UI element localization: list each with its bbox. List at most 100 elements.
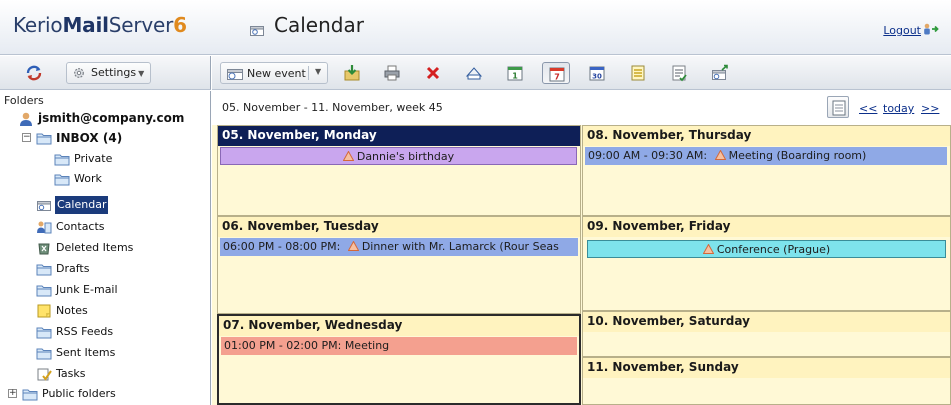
chevron-down-icon: ▼: [138, 69, 145, 78]
event-time: 06:00 PM - 08:00 PM:: [223, 240, 341, 253]
logo-kerio: Kerio: [13, 13, 63, 37]
day-cell-wednesday[interactable]: 07. November, Wednesday 01:00 PM - 02:00…: [217, 314, 581, 405]
day-cell-monday[interactable]: 05. November, Monday Dannie's birthday: [217, 125, 581, 216]
settings-button[interactable]: Settings ▼: [66, 62, 152, 84]
expand-toggle[interactable]: +: [8, 389, 17, 398]
event-meeting[interactable]: 01:00 PM - 02:00 PM: Meeting: [221, 337, 577, 355]
settings-label: Settings: [91, 66, 137, 79]
folder-label: Private: [74, 152, 113, 165]
day-cell-sunday[interactable]: 11. November, Sunday: [582, 357, 951, 405]
calendar-icon: [37, 201, 51, 211]
gear-icon: [74, 68, 84, 78]
event-time: 09:00 AM - 09:30 AM:: [588, 149, 708, 162]
go-to-icon: [465, 67, 483, 80]
day-cell-tuesday[interactable]: 06. November, Tuesday 06:00 PM - 08:00 P…: [217, 216, 581, 314]
folders-title: Folders: [4, 94, 44, 107]
folder-label: Sent Items: [56, 346, 116, 359]
folder-icon: [36, 133, 52, 145]
day-title: 08. November, Thursday: [583, 126, 950, 146]
folder-icon: [22, 389, 38, 401]
day-title: 10. November, Saturday: [583, 312, 950, 332]
day-title: 06. November, Tuesday: [218, 217, 580, 237]
day-title: 09. November, Friday: [583, 217, 950, 237]
day-cell-saturday[interactable]: 10. November, Saturday: [582, 311, 951, 357]
day-cell-thursday[interactable]: 08. November, Thursday 09:00 AM - 09:30 …: [582, 125, 951, 216]
folder-panel: Folders jsmith@company.com − INBOX (4) P…: [0, 91, 211, 405]
delete-button[interactable]: [419, 62, 447, 84]
event-conference[interactable]: Conference (Prague): [587, 240, 946, 258]
tasks-view-button[interactable]: [665, 62, 693, 84]
divider: [308, 66, 309, 80]
event-text: Meeting (Boarding room): [728, 149, 867, 162]
import-button[interactable]: [338, 62, 366, 84]
folder-label: Junk E-mail: [56, 283, 118, 296]
date-picker-button[interactable]: [827, 96, 849, 118]
event-dannies-birthday[interactable]: Dannie's birthday: [220, 147, 577, 165]
app-logo: KerioMailServer6: [13, 13, 187, 37]
event-text: Meeting: [344, 339, 390, 352]
chevron-down-icon[interactable]: ▼: [315, 67, 321, 76]
day-cell-friday[interactable]: 09. November, Friday Conference (Prague): [582, 216, 951, 311]
folder-label: Work: [74, 172, 102, 185]
event-text: Conference (Prague): [716, 243, 831, 256]
new-event-button[interactable]: New event ▼: [220, 62, 328, 84]
folder-icon: [54, 174, 70, 186]
folder-icon: [36, 264, 52, 276]
calendar-picker-icon: [832, 100, 846, 116]
logout-link[interactable]: Logout: [883, 24, 921, 37]
event-dinner[interactable]: 06:00 PM - 08:00 PM: Dinner with Mr. Lam…: [220, 238, 578, 256]
import-icon: [344, 65, 360, 81]
folder-label: Contacts: [56, 220, 105, 233]
week-view-icon: 7: [549, 67, 565, 82]
list-view-button[interactable]: [624, 62, 652, 84]
svg-text:7: 7: [554, 73, 560, 82]
logout-icon[interactable]: [923, 23, 939, 35]
day-title: 07. November, Wednesday: [219, 316, 579, 336]
month-view-button[interactable]: 30: [583, 62, 611, 84]
user-icon: [20, 112, 32, 126]
reminder-icon: [342, 151, 354, 161]
main-toolbar: New event ▼ 1 7 30: [212, 56, 951, 90]
week-range-label: 05. November - 11. November, week 45: [222, 101, 443, 114]
delete-icon: [426, 66, 440, 80]
folder-label: INBOX (4): [56, 131, 123, 145]
share-calendar-button[interactable]: [706, 62, 734, 84]
logo-version: 6: [173, 13, 187, 37]
event-meeting-boarding-room[interactable]: 09:00 AM - 09:30 AM: Meeting (Boarding r…: [585, 147, 947, 165]
refresh-icon[interactable]: [25, 64, 43, 82]
previous-week-link[interactable]: <<: [859, 102, 877, 115]
day-view-icon: 1: [507, 66, 523, 81]
folder-label: Notes: [56, 304, 88, 317]
reminder-icon: [347, 241, 359, 251]
svg-text:30: 30: [592, 73, 602, 81]
week-view-button[interactable]: 7: [542, 62, 570, 84]
folder-label: Tasks: [56, 367, 86, 380]
day-title: 05. November, Monday: [218, 126, 580, 146]
today-link[interactable]: today: [883, 102, 914, 115]
left-toolbar: Settings ▼: [0, 56, 211, 90]
folder-icon: [36, 285, 52, 297]
contacts-icon: [37, 221, 52, 234]
day-view-button[interactable]: 1: [501, 62, 529, 84]
account-label: jsmith@company.com: [38, 111, 185, 125]
next-week-link[interactable]: >>: [921, 102, 939, 115]
notes-icon: [37, 304, 51, 318]
print-button[interactable]: [378, 62, 406, 84]
go-to-button[interactable]: [460, 62, 488, 84]
logo-server: Server: [108, 13, 174, 37]
month-view-icon: 30: [589, 66, 605, 81]
logo-mail: Mail: [62, 13, 109, 37]
folder-label: Calendar: [55, 196, 109, 214]
day-title: 11. November, Sunday: [583, 358, 950, 378]
collapse-toggle[interactable]: −: [22, 133, 31, 142]
event-time: 01:00 PM - 02:00 PM:: [224, 339, 342, 352]
tasks-icon: [37, 368, 52, 381]
new-event-label: New event: [247, 67, 306, 80]
app-header: KerioMailServer6 Calendar Logout: [0, 0, 951, 55]
calendar-clock-icon: [250, 26, 264, 36]
folder-icon: [54, 154, 70, 166]
folder-icon: [36, 327, 52, 339]
tasks-icon: [672, 65, 687, 82]
calendar-clock-icon: [227, 69, 243, 80]
event-text: Dannie's birthday: [356, 150, 455, 163]
